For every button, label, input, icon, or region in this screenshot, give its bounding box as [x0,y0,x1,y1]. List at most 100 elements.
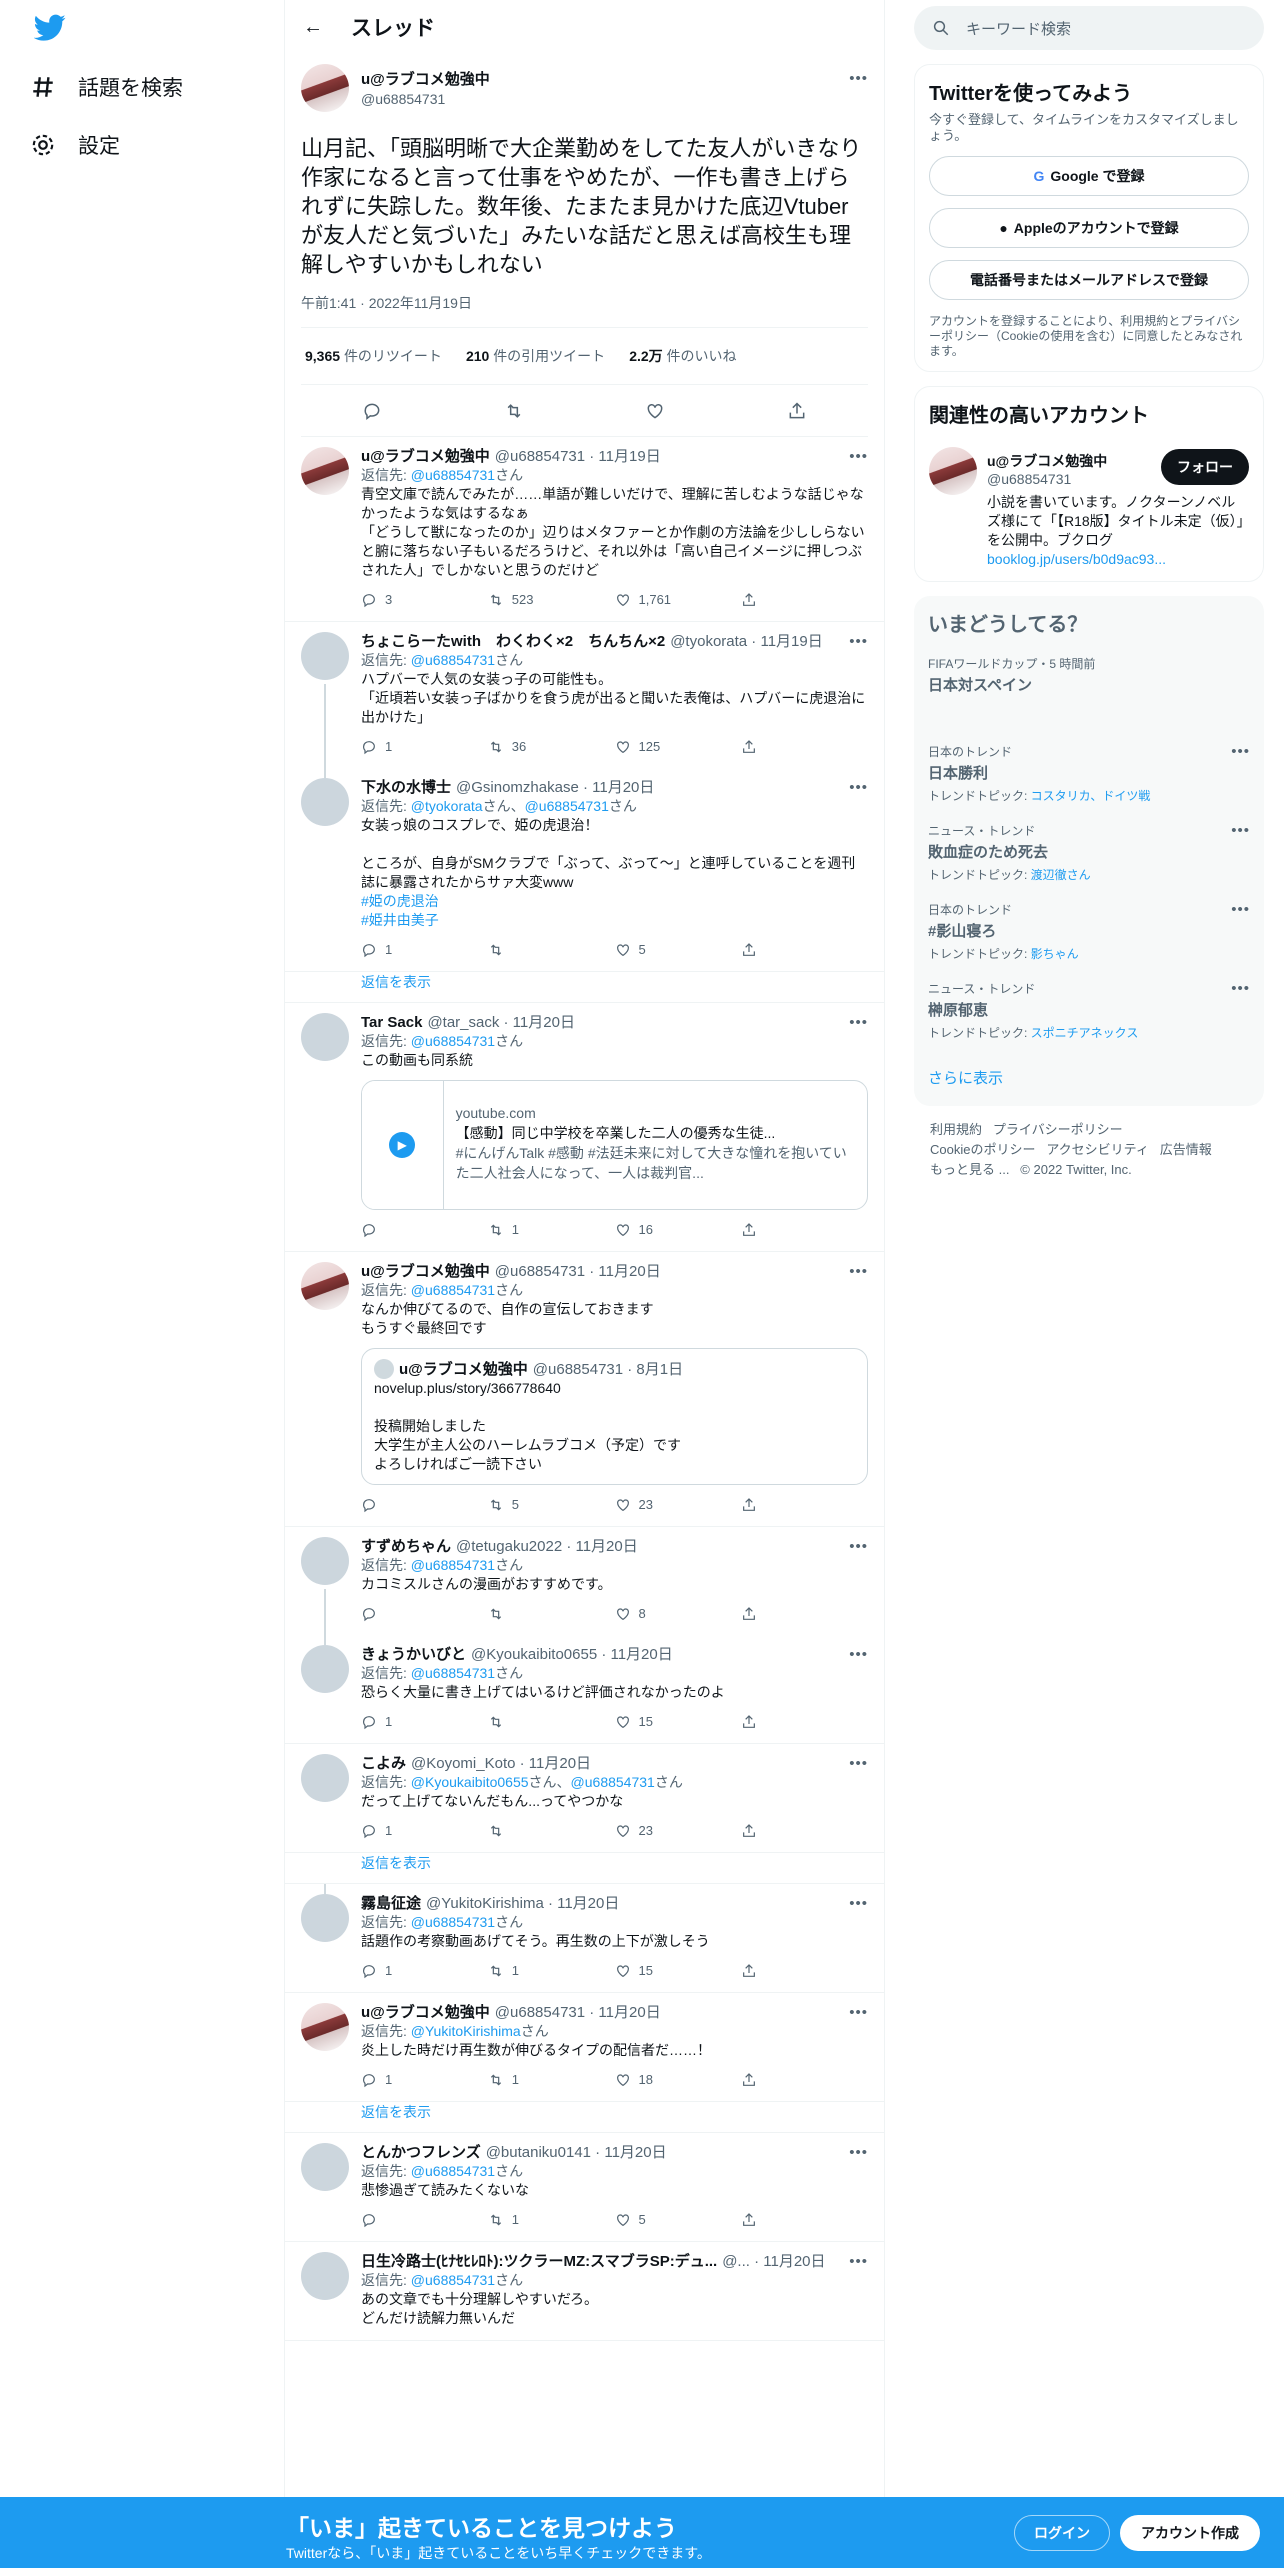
back-arrow-icon[interactable]: ← [303,16,323,39]
avatar[interactable] [301,2252,349,2300]
more-options-icon[interactable]: ••• [849,2143,868,2162]
author-name[interactable]: すずめちゃん [361,1537,451,1556]
avatar[interactable] [929,447,977,495]
share-button[interactable] [741,1821,868,1840]
avatar[interactable] [301,447,349,495]
google-signup-button[interactable]: G Google で登録 [929,156,1249,196]
related-name[interactable]: u@ラブコメ勉強中 [987,451,1107,471]
author-handle[interactable]: @... · 11月20日 [722,2252,825,2271]
footer-link[interactable]: もっと見る ... [930,1162,1009,1177]
share-button[interactable] [741,940,868,959]
more-options-icon[interactable]: ••• [849,1645,868,1664]
show-replies-link[interactable]: 返信を表示 [285,1853,884,1884]
avatar[interactable] [301,1754,349,1802]
avatar[interactable] [301,1894,349,1942]
reply-tweet[interactable]: Tar Sack @tar_sack · 11月20日 ••• 返信先: @u6885… [285,1003,884,1252]
avatar[interactable] [301,2143,349,2191]
author-handle[interactable]: @u68854731 · 11月20日 [495,1262,661,1281]
share-button[interactable] [741,1220,868,1239]
like-button[interactable]: 5 [615,940,742,959]
quote-count-link[interactable]: 210 件の引用ツイート [466,346,605,366]
author-handle[interactable]: @Gsinomzhakase · 11月20日 [456,778,654,797]
like-button[interactable]: 1,761 [615,590,742,609]
phone-email-signup-button[interactable]: 電話番号またはメールアドレスで登録 [929,260,1249,300]
trend-item[interactable]: ニュース・トレンド 榊原郁恵 トレンドトピック: スポニチアネックス ••• [928,980,1250,1041]
like-button[interactable]: 8 [615,1604,742,1623]
retweet-button[interactable]: 1 [488,2210,615,2229]
reply-tweet[interactable]: ちょこらーたwith わくわく×2 ちんちん×2 @tyokorata · 11月… [285,622,884,768]
share-button[interactable] [741,737,868,756]
reply-tweet[interactable]: u@ラブコメ勉強中 @u68854731 · 11月20日 ••• 返信先: @Yuk… [285,1993,884,2102]
more-options-icon[interactable]: ••• [1231,822,1250,839]
avatar[interactable] [301,1262,349,1310]
author-handle[interactable]: @u68854731 · 11月20日 [495,2003,661,2022]
footer-link[interactable]: アクセシビリティ [1046,1142,1149,1157]
reply-to-handle[interactable]: @u68854731 [411,1665,495,1681]
trend-item[interactable]: 日本のトレンド #影山寝ろ トレンドトピック: 影ちゃん ••• [928,901,1250,962]
like-button[interactable]: 5 [615,2210,742,2229]
apple-signup-button[interactable]: ● Appleのアカウントで登録 [929,208,1249,248]
more-options-icon[interactable]: ••• [849,1894,868,1913]
more-options-icon[interactable]: ••• [849,1537,868,1556]
reply-icon[interactable] [362,401,382,421]
more-options-icon[interactable]: ••• [849,70,868,87]
trend-item[interactable]: 日本のトレンド 日本勝利 トレンドトピック: コスタリカ、ドイツ戦 ••• [928,743,1250,804]
more-options-icon[interactable]: ••• [849,447,868,466]
reply-to-handle[interactable]: @u68854731 [411,467,495,483]
avatar[interactable] [301,1537,349,1585]
quoted-author-name[interactable]: u@ラブコメ勉強中 [399,1360,528,1379]
like-button[interactable]: 23 [615,1821,742,1840]
author-handle[interactable]: @tyokorata · 11月19日 [670,632,823,651]
footer-link[interactable]: Cookieのポリシー [930,1142,1035,1157]
like-button[interactable]: 16 [615,1220,742,1239]
author-name[interactable]: u@ラブコメ勉強中 [361,447,490,466]
reply-tweet[interactable]: きょうかいびと @Kyoukaibito0655 · 11月20日 ••• 返信先: … [285,1635,884,1744]
like-button[interactable]: 18 [615,2070,742,2089]
like-button[interactable]: 23 [615,1495,742,1514]
login-button[interactable]: ログイン [1014,2515,1110,2551]
retweet-button[interactable]: 523 [488,590,615,609]
avatar[interactable] [301,632,349,680]
author-name[interactable]: u@ラブコメ勉強中 [361,68,490,89]
author-name[interactable]: u@ラブコメ勉強中 [361,2003,490,2022]
more-options-icon[interactable]: ••• [849,778,868,797]
share-button[interactable] [741,1604,868,1623]
retweet-button[interactable]: 1 [488,2070,615,2089]
reply-tweet[interactable]: こよみ @Koyomi_Koto · 11月20日 ••• 返信先: @Kyoukai… [285,1744,884,1853]
footer-link[interactable]: 利用規約 [930,1122,982,1137]
trend-topic-link[interactable]: スポニチアネックス [1031,1026,1139,1040]
twitter-logo-icon[interactable] [34,14,66,42]
more-options-icon[interactable]: ••• [849,1262,868,1281]
more-options-icon[interactable]: ••• [1231,743,1250,760]
avatar[interactable] [301,778,349,826]
share-button[interactable] [741,1961,868,1980]
reply-button[interactable]: 3 [361,590,488,609]
author-name[interactable]: とんかつフレンズ [361,2143,481,2162]
author-name[interactable]: 霧島征途 [361,1894,421,1913]
reply-tweet[interactable]: とんかつフレンズ @butaniku0141 · 11月20日 ••• 返信先: @u… [285,2133,884,2242]
reply-button[interactable]: 1 [361,1712,488,1731]
like-button[interactable]: 15 [615,1961,742,1980]
retweet-button[interactable] [488,1604,615,1623]
trend-item[interactable]: FIFAワールドカップ・5 時間前 日本対スペイン [928,655,1250,695]
retweet-icon[interactable] [504,401,524,421]
more-options-icon[interactable]: ••• [849,2252,868,2271]
reply-to-handle[interactable]: @YukitoKirishima [411,2023,521,2039]
reply-to-handle[interactable]: @u68854731 [411,2163,495,2179]
reply-tweet[interactable]: 霧島征途 @YukitoKirishima · 11月20日 ••• 返信先: @u6… [285,1884,884,1993]
more-options-icon[interactable]: ••• [849,2003,868,2022]
hashtag-link[interactable]: #姫の虎退治 [361,892,868,911]
follow-button[interactable]: フォロー [1161,449,1249,485]
reply-button[interactable] [361,2210,488,2229]
reply-button[interactable]: 1 [361,940,488,959]
quoted-author-handle[interactable]: @u68854731 · 8月1日 [533,1360,683,1379]
signup-button[interactable]: アカウント作成 [1120,2515,1260,2551]
author-handle[interactable]: @u68854731 · 11月19日 [495,447,661,466]
retweet-button[interactable] [488,1712,615,1731]
reply-to-handle[interactable]: @u68854731 [571,1774,655,1790]
more-options-icon[interactable]: ••• [849,1754,868,1773]
show-more-trends-link[interactable]: さらに表示 [928,1067,1250,1088]
reply-button[interactable]: 1 [361,1821,488,1840]
reply-to-handle[interactable]: @u68854731 [411,1914,495,1930]
tweet-timestamp[interactable]: 午前1:41 · 2022年11月19日 [301,293,868,328]
